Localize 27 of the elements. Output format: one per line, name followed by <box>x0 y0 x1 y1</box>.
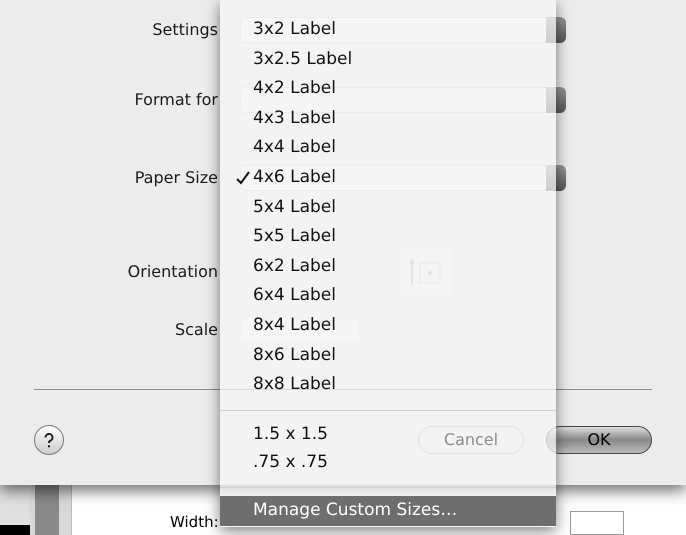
input-field[interactable] <box>570 511 624 535</box>
menu-item[interactable]: 6x4 Label <box>220 281 344 311</box>
menu-item[interactable]: 4x6 Label <box>220 162 344 193</box>
field-label: Settings <box>151 19 218 41</box>
scroll-bar <box>35 485 59 535</box>
menu-item[interactable]: 6x2 Label <box>220 252 344 282</box>
menu-item[interactable]: 3x2.5 Label <box>220 44 360 74</box>
menu-item[interactable]: 3x2 Label <box>220 15 344 45</box>
question-mark-icon <box>44 432 54 448</box>
menu-item[interactable]: 8x6 Label <box>220 340 344 370</box>
field-label: Paper Size <box>134 167 218 189</box>
checkmark-icon <box>236 170 250 185</box>
menu-item[interactable]: 5x5 Label <box>220 222 344 252</box>
menu-item[interactable]: 4x2 Label <box>220 74 344 104</box>
menu-item[interactable]: 4x3 Label <box>220 104 344 134</box>
menu-item[interactable]: 8x4 Label <box>220 310 344 341</box>
width-label: Width: <box>170 512 219 533</box>
menu-item[interactable]: 1.5 x 1.5 <box>220 420 336 449</box>
field-label: Format for <box>134 89 218 111</box>
field-label: Orientation <box>126 261 218 283</box>
field-label: Scale <box>174 319 218 341</box>
help-button[interactable] <box>34 425 64 455</box>
menu-item[interactable]: Manage Custom Sizes… <box>220 496 556 526</box>
menu-item[interactable]: 5x4 Label <box>220 192 344 222</box>
menu-item[interactable]: 8x8 Label <box>220 370 344 400</box>
menu-item[interactable]: 4x4 Label <box>220 133 344 163</box>
menu-item[interactable]: .75 x .75 <box>220 448 336 477</box>
